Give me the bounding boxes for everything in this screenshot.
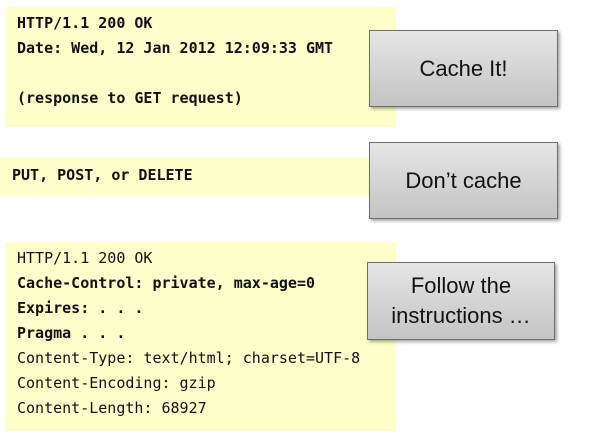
response-note-line: (response to GET request) (17, 89, 243, 107)
date-header-line: Date: Wed, 12 Jan 2012 12:09:33 GMT (17, 39, 334, 57)
cache-it-button[interactable]: Cache It! (369, 30, 558, 107)
methods-line: PUT, POST, or DELETE (12, 166, 193, 184)
dont-cache-label: Don’t cache (405, 167, 522, 193)
follow-instructions-label-line1: Follow the (410, 273, 512, 298)
follow-instructions-label-line2: instructions … (391, 303, 531, 328)
write-methods-code-block: PUT, POST, or DELETE (0, 157, 396, 196)
cache-headers-code-block: HTTP/1.1 200 OK Cache-Control: private, … (5, 242, 396, 431)
content-length-line: Content-Length: 68927 (17, 399, 207, 417)
get-response-code-block: HTTP/1.1 200 OK Date: Wed, 12 Jan 2012 1… (5, 7, 396, 127)
cache-it-label: Cache It! (419, 55, 508, 81)
pragma-line: Pragma . . . (17, 324, 126, 342)
status-line: HTTP/1.1 200 OK (17, 249, 153, 267)
follow-instructions-label: Follow the instructions … (391, 271, 530, 331)
follow-instructions-button[interactable]: Follow the instructions … (367, 262, 555, 340)
cache-control-line: Cache-Control: private, max-age=0 (17, 274, 316, 292)
content-type-line: Content-Type: text/html; charset=UTF-8 (17, 349, 361, 367)
expires-line: Expires: . . . (17, 299, 144, 317)
dont-cache-button[interactable]: Don’t cache (369, 142, 558, 219)
status-line: HTTP/1.1 200 OK (17, 14, 153, 32)
content-encoding-line: Content-Encoding: gzip (17, 374, 216, 392)
